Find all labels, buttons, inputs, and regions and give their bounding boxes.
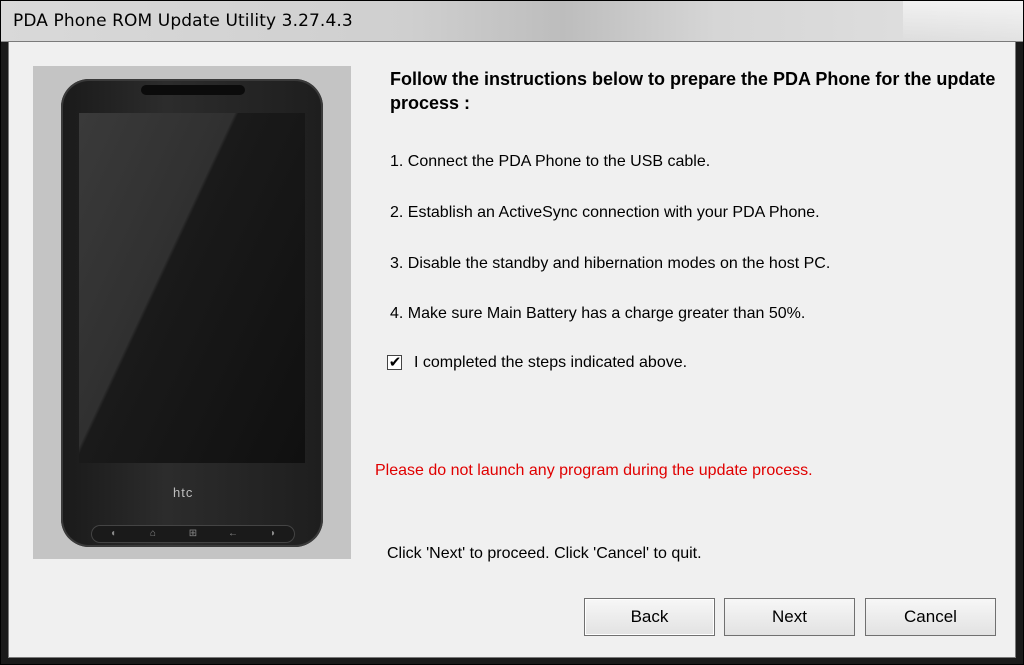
cancel-button[interactable]: Cancel — [865, 598, 996, 636]
warning-message: Please do not launch any program during … — [375, 462, 813, 479]
next-button[interactable]: Next — [724, 598, 855, 636]
step-3: 3. Disable the standby and hibernation m… — [390, 255, 831, 272]
window-title: PDA Phone ROM Update Utility 3.27.4.3 — [13, 11, 353, 31]
confirm-steps-checkbox[interactable]: ✔ — [387, 353, 402, 371]
end-call-icon: ◗ — [269, 528, 277, 539]
windows-icon: ⊞ — [188, 528, 198, 539]
title-bar[interactable]: PDA Phone ROM Update Utility 3.27.4.3 — [1, 1, 1023, 42]
app-window: PDA Phone ROM Update Utility 3.27.4.3 ht… — [0, 0, 1024, 665]
phone-image-panel: htc ◖ ⌂ ⊞ ← ◗ — [33, 66, 351, 559]
phone-button-bar: ◖ ⌂ ⊞ ← ◗ — [91, 525, 295, 543]
step-2: 2. Establish an ActiveSync connection wi… — [390, 204, 820, 221]
back-arrow-icon: ← — [228, 528, 238, 539]
title-bar-glass — [903, 1, 1023, 41]
navigation-hint: Click 'Next' to proceed. Click 'Cancel' … — [387, 545, 702, 562]
phone-speaker — [141, 85, 245, 95]
dialog-body: htc ◖ ⌂ ⊞ ← ◗ Follow the instructions be… — [8, 41, 1016, 658]
phone-brand-logo: htc — [173, 485, 194, 500]
back-button[interactable]: Back — [584, 598, 715, 636]
phone-call-icon: ◖ — [109, 528, 117, 539]
step-4: 4. Make sure Main Battery has a charge g… — [390, 305, 806, 322]
confirm-steps-label[interactable]: I completed the steps indicated above. — [414, 354, 687, 372]
home-icon: ⌂ — [149, 528, 157, 539]
phone-image: htc ◖ ⌂ ⊞ ← ◗ — [61, 79, 323, 547]
instructions-heading: Follow the instructions below to prepare… — [390, 69, 996, 113]
step-1: 1. Connect the PDA Phone to the USB cabl… — [390, 153, 711, 170]
checkmark-icon: ✔ — [388, 353, 402, 371]
phone-screen — [79, 113, 305, 463]
